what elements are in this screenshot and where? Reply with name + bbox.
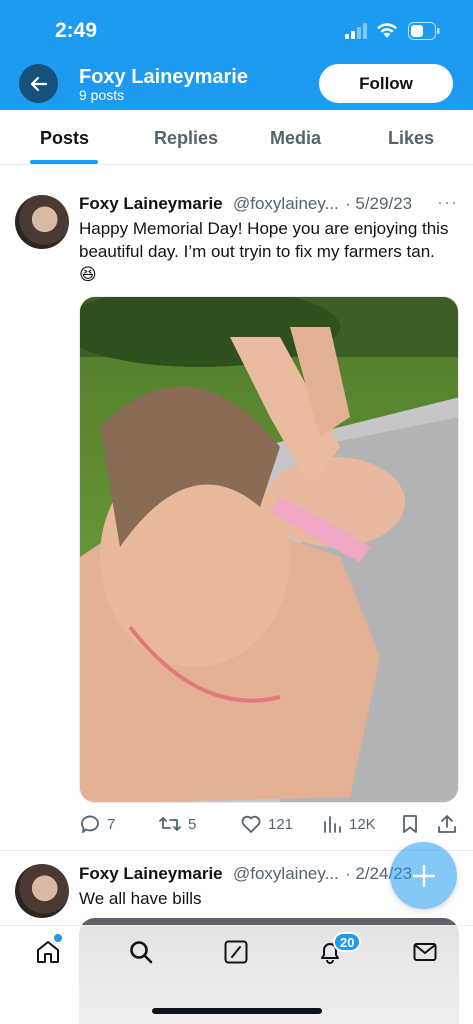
post-count: 9 posts: [79, 87, 125, 103]
status-time: 2:49: [55, 19, 98, 42]
tab-media[interactable]: Media: [270, 128, 321, 149]
photo-illustration: [80, 297, 458, 802]
like-button[interactable]: 121: [240, 808, 293, 840]
more-options-icon[interactable]: ···: [437, 192, 458, 213]
profile-tabs: Posts Replies Media Likes: [0, 110, 473, 165]
repost-icon: [159, 817, 181, 831]
profile-header-bar: 2:49 Foxy Laineymarie 9 posts Follow: [0, 0, 473, 110]
reply-icon: [81, 815, 99, 833]
reply-count: 7: [107, 815, 116, 833]
profile-name: Foxy Laineymarie: [79, 66, 248, 88]
active-tab-indicator: [30, 160, 98, 164]
search-icon[interactable]: [127, 938, 155, 966]
avatar[interactable]: [15, 864, 69, 918]
post-media-image[interactable]: [79, 296, 459, 803]
home-icon[interactable]: [34, 938, 62, 966]
post-author-name[interactable]: Foxy Laineymarie: [79, 194, 223, 214]
avatar[interactable]: [15, 195, 69, 249]
notifications-badge: 20: [333, 932, 362, 952]
home-unread-dot: [54, 934, 62, 942]
heart-icon: [241, 815, 261, 833]
repost-button[interactable]: 5: [158, 808, 196, 840]
view-count: 12K: [349, 815, 376, 833]
back-button[interactable]: [19, 64, 58, 103]
back-arrow-icon: [30, 76, 47, 91]
cellular-signal-icon: [345, 23, 367, 39]
post-author-name[interactable]: Foxy Laineymarie: [79, 864, 223, 884]
post-date[interactable]: · 5/29/23: [345, 194, 412, 214]
bookmark-button[interactable]: [400, 808, 420, 840]
tab-likes[interactable]: Likes: [388, 128, 434, 149]
wifi-icon: [377, 23, 397, 38]
post-text: Happy Memorial Day! Hope you are enjoyin…: [79, 219, 449, 284]
share-icon: [438, 815, 456, 833]
follow-button[interactable]: Follow: [319, 64, 453, 103]
tab-replies[interactable]: Replies: [154, 128, 218, 149]
share-button[interactable]: [436, 808, 458, 840]
tab-posts[interactable]: Posts: [40, 128, 89, 149]
repost-count: 5: [188, 815, 197, 833]
home-indicator: [152, 1008, 322, 1014]
post-actions-bar: 7 5 121 12K: [0, 808, 473, 840]
like-count: 121: [268, 815, 294, 833]
post-author-handle[interactable]: @foxylainey...: [233, 194, 339, 214]
post-author-handle[interactable]: @foxylainey...: [233, 864, 339, 884]
bookmark-icon: [403, 815, 417, 833]
battery-icon: [408, 22, 440, 40]
messages-envelope-icon[interactable]: [411, 938, 439, 966]
compose-button[interactable]: [390, 842, 457, 909]
plus-icon: [412, 864, 435, 887]
reply-button[interactable]: 7: [79, 808, 115, 840]
bar-chart-icon: [324, 816, 341, 833]
views-button[interactable]: 12K: [321, 808, 376, 840]
status-bar: 2:49: [0, 0, 473, 60]
grok-icon[interactable]: [222, 938, 250, 966]
